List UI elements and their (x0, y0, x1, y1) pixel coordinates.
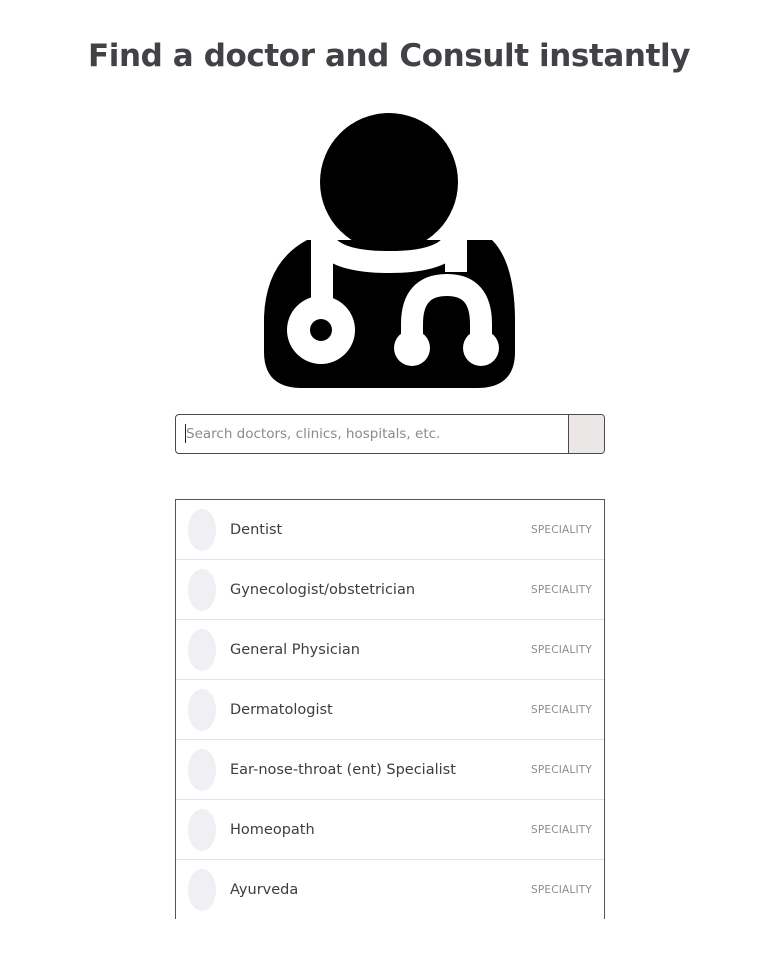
item-type: SPECIALITY (530, 823, 592, 836)
suggestion-list: Dentist SPECIALITY Gynecologist/obstetri… (175, 499, 605, 919)
item-name: Gynecologist/obstetrician (230, 581, 416, 598)
avatar (188, 868, 216, 911)
doctor-with-stethoscope-icon (264, 113, 515, 388)
avatar (188, 568, 216, 611)
search-input[interactable] (176, 415, 568, 453)
avatar (188, 748, 216, 791)
list-item[interactable]: Dermatologist SPECIALITY (176, 680, 604, 740)
item-name: Ayurveda (230, 881, 299, 898)
item-name: Dentist (230, 521, 283, 538)
list-item[interactable]: General Physician SPECIALITY (176, 620, 604, 680)
list-item[interactable]: Ear-nose-throat (ent) Specialist SPECIAL… (176, 740, 604, 800)
item-name: Ear-nose-throat (ent) Specialist (230, 761, 456, 778)
item-name: Dermatologist (230, 701, 333, 718)
item-type: SPECIALITY (530, 523, 592, 536)
item-type: SPECIALITY (530, 643, 592, 656)
list-item[interactable]: Dentist SPECIALITY (176, 500, 604, 560)
item-type: SPECIALITY (530, 703, 592, 716)
item-type: SPECIALITY (530, 583, 592, 596)
search-bar (175, 414, 605, 454)
item-type: SPECIALITY (530, 763, 592, 776)
item-name: Homeopath (230, 821, 315, 838)
list-item[interactable]: Gynecologist/obstetrician SPECIALITY (176, 560, 604, 620)
item-type: SPECIALITY (530, 883, 592, 896)
search-button[interactable] (568, 415, 604, 453)
avatar (188, 508, 216, 551)
avatar (188, 628, 216, 671)
avatar (188, 808, 216, 851)
page-title: Find a doctor and Consult instantly (87, 38, 691, 74)
list-item[interactable]: Ayurveda SPECIALITY (176, 860, 604, 919)
avatar (188, 688, 216, 731)
list-item[interactable]: Homeopath SPECIALITY (176, 800, 604, 860)
text-cursor (185, 424, 186, 443)
item-name: General Physician (230, 641, 360, 658)
